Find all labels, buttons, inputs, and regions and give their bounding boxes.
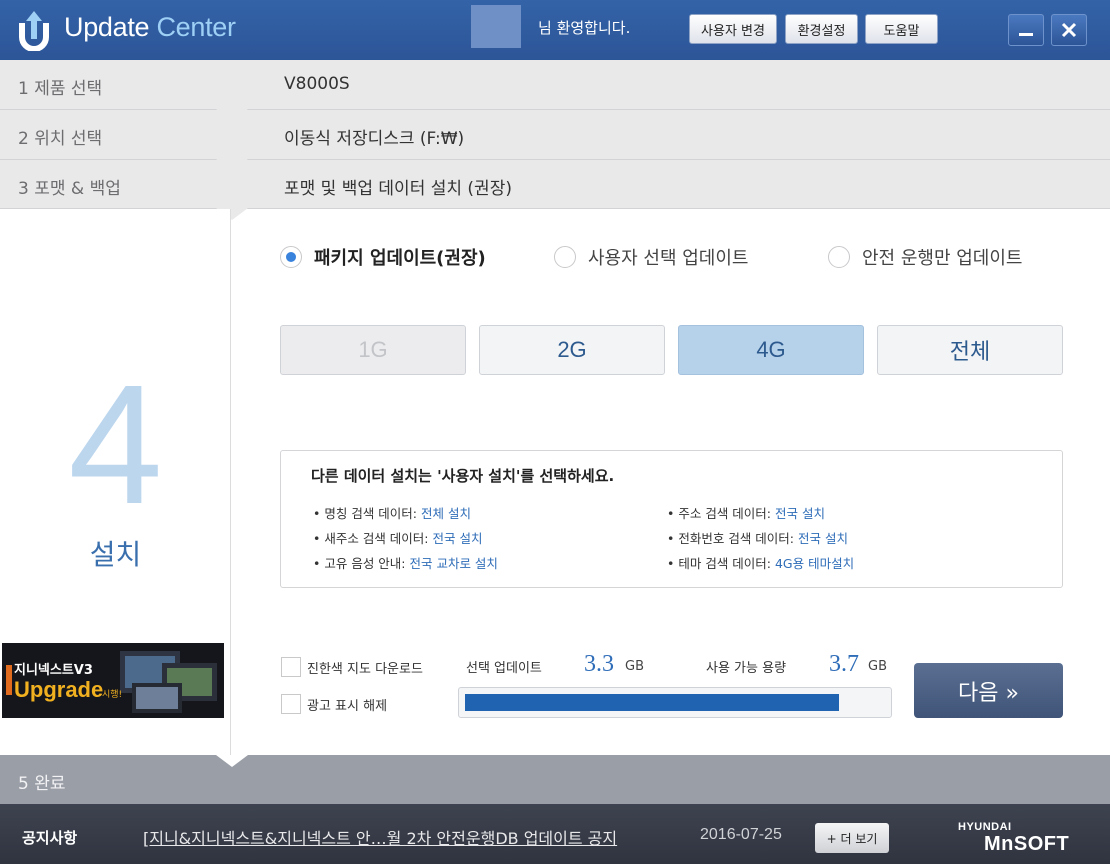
step-complete: 5 완료	[0, 755, 1110, 804]
welcome-text: 님 환영합니다.	[538, 19, 631, 37]
title-bar: Update Center 님 환영합니다. 사용자 변경 환경설정 도움말	[0, 0, 1110, 60]
step-format-backup[interactable]: 3 포맷 & 백업 포맷 및 백업 데이터 설치 (권장)	[0, 160, 1110, 220]
radio-label: 패키지 업데이트(권장)	[314, 248, 486, 269]
minimize-icon	[1019, 33, 1033, 36]
capacity-progress-bar	[458, 687, 892, 718]
current-step-name: 설치	[89, 538, 142, 571]
info-link[interactable]: 전국 교차로 설치	[409, 556, 497, 571]
current-step-number: 4	[68, 350, 163, 540]
radio-package-update[interactable]: 패키지 업데이트(권장)	[280, 244, 486, 270]
next-button[interactable]: 다음 »	[914, 663, 1063, 718]
radio-button[interactable]	[828, 246, 850, 268]
info-item: • 명칭 검색 데이터: 전체 설치	[313, 506, 471, 521]
brand-logo-bottom: MnSOFT	[984, 833, 1070, 855]
offline-map-label: 진한색 지도 다운로드	[307, 662, 423, 677]
help-button[interactable]: 도움말	[865, 14, 938, 44]
info-link[interactable]: 전체 설치	[421, 506, 471, 521]
selected-size-label: 선택 업데이트	[466, 661, 542, 676]
banner-tag: 시행!	[102, 690, 123, 700]
step-product[interactable]: 1 제품 선택 V8000S	[0, 60, 1110, 121]
step-value: 이동식 저장디스크 (F:₩)	[284, 129, 465, 149]
info-item: • 고유 음성 안내: 전국 교차로 설치	[313, 556, 498, 571]
info-item: • 테마 검색 데이터: 4G용 테마설치	[667, 556, 855, 571]
info-link[interactable]: 4G용 테마설치	[775, 556, 854, 571]
info-item: • 주소 검색 데이터: 전국 설치	[667, 506, 825, 521]
info-title: 다른 데이터 설치는 '사용자 설치'를 선택하세요.	[311, 467, 615, 485]
available-size-unit: GB	[868, 659, 887, 674]
step-location[interactable]: 2 위치 선택 이동식 저장디스크 (F:₩)	[0, 110, 1110, 171]
settings-button[interactable]: 환경설정	[785, 14, 858, 44]
app-title: Update Center	[64, 12, 236, 43]
radio-button[interactable]	[280, 246, 302, 268]
ad-disable-checkbox[interactable]	[281, 694, 301, 714]
install-info-box: 다른 데이터 설치는 '사용자 설치'를 선택하세요. • 명칭 검색 데이터:…	[280, 450, 1063, 588]
offline-map-checkbox[interactable]	[281, 657, 301, 677]
info-link[interactable]: 전국 설치	[798, 531, 848, 546]
selected-size-value: 3.3	[584, 651, 614, 677]
selected-size-unit: GB	[625, 659, 644, 674]
info-item: • 새주소 검색 데이터: 전국 설치	[313, 531, 483, 546]
app-title-secondary: Center	[156, 12, 236, 42]
size-1g-button[interactable]: 1G	[280, 325, 466, 375]
step-label: 2 위치 선택	[18, 129, 103, 149]
step-value: 포맷 및 백업 데이터 설치 (권장)	[284, 179, 512, 199]
step-value: V8000S	[284, 74, 350, 94]
brand-logo-top: HYUNDAI	[958, 821, 1012, 833]
step-notch	[216, 755, 248, 767]
notice-footer: 공지사항 [지니&지니넥스트&지니넥스트 안…월 2차 안전운행DB 업데이트 …	[0, 804, 1110, 864]
notice-label: 공지사항	[22, 829, 78, 847]
available-size-label: 사용 가능 용량	[706, 661, 787, 676]
change-user-button[interactable]: 사용자 변경	[689, 14, 777, 44]
radio-button[interactable]	[554, 246, 576, 268]
minimize-button[interactable]	[1008, 14, 1044, 46]
upgrade-banner[interactable]: 지니넥스트V3 Upgrade 시행!	[2, 643, 224, 718]
update-logo-icon	[19, 11, 49, 51]
size-4g-button[interactable]: 4G	[678, 325, 864, 375]
radio-user-select-update[interactable]: 사용자 선택 업데이트	[554, 244, 748, 270]
radio-label: 안전 운행만 업데이트	[862, 248, 1023, 269]
radio-safe-driving-update[interactable]: 안전 운행만 업데이트	[828, 244, 1022, 270]
notice-date: 2016-07-25	[700, 826, 782, 843]
app-title-primary: Update	[64, 12, 150, 42]
step-label: 3 포맷 & 백업	[18, 179, 121, 199]
info-link[interactable]: 전국 설치	[432, 531, 482, 546]
banner-title: 지니넥스트V3	[14, 663, 93, 678]
size-2g-button[interactable]: 2G	[479, 325, 665, 375]
step-label: 1 제품 선택	[18, 79, 103, 99]
more-button[interactable]: + 더 보기	[815, 823, 889, 853]
notice-link[interactable]: [지니&지니넥스트&지니넥스트 안…월 2차 안전운행DB 업데이트 공지	[143, 825, 617, 849]
close-icon	[1061, 22, 1077, 38]
radio-label: 사용자 선택 업데이트	[588, 248, 749, 269]
available-size-value: 3.7	[829, 651, 859, 677]
close-button[interactable]	[1051, 14, 1087, 46]
user-avatar	[471, 5, 521, 48]
banner-subtitle: Upgrade	[14, 677, 104, 702]
info-link[interactable]: 전국 설치	[775, 506, 825, 521]
size-all-button[interactable]: 전체	[877, 325, 1063, 375]
info-item: • 전화번호 검색 데이터: 전국 설치	[667, 531, 848, 546]
capacity-progress-fill	[465, 694, 839, 711]
step-label: 5 완료	[18, 774, 66, 794]
ad-disable-label: 광고 표시 해제	[307, 699, 388, 714]
